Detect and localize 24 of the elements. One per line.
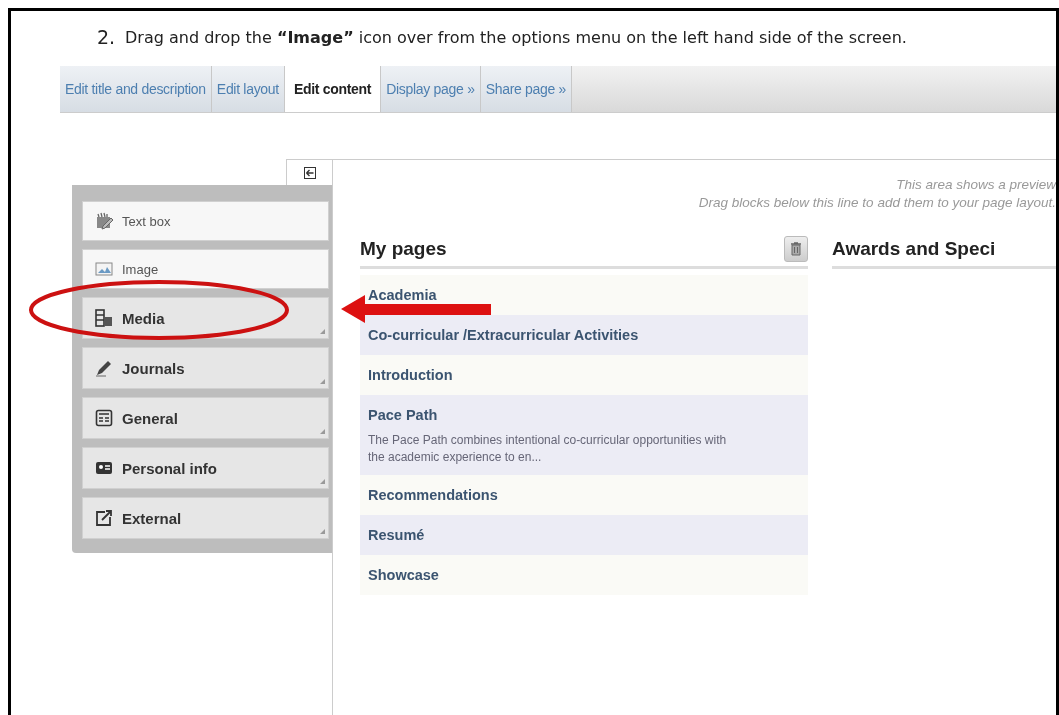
page-list-item[interactable]: Recommendations xyxy=(360,475,808,515)
palette-block[interactable]: Image xyxy=(82,249,329,289)
tab[interactable]: Edit layout xyxy=(211,66,285,112)
page-description: The Pace Path combines intentional co-curricular opportunities with the academic experience to en... xyxy=(368,432,728,466)
step-number: 2. xyxy=(97,25,117,50)
page-list-item[interactable]: Showcase xyxy=(360,555,808,595)
page-list-item[interactable]: Co-curricular /Extracurricular Activities xyxy=(360,315,808,355)
page-list-item[interactable]: Pace Path The Pace Path combines intentional co-curricular opportunities with the academic experience to en... xyxy=(360,395,808,475)
palette-block[interactable]: Personal info xyxy=(82,447,329,489)
palette-block[interactable]: Journals xyxy=(82,347,329,389)
page-list-item[interactable]: Academia xyxy=(360,275,808,315)
tab[interactable]: Display page » xyxy=(381,66,481,112)
hint-text: Drag blocks below this line to add them to your page layout. xyxy=(697,194,1056,212)
palette-block[interactable]: External xyxy=(82,497,329,539)
palette-block[interactable]: Media xyxy=(82,297,329,339)
palette-block[interactable]: Text box xyxy=(82,201,329,241)
page-list-item[interactable]: Introduction xyxy=(360,355,808,395)
tab[interactable]: Edit content xyxy=(284,66,382,112)
hint-text: This area shows a preview xyxy=(895,176,1056,194)
block-title: My pages xyxy=(360,238,447,260)
block-title: Awards and Speci xyxy=(832,238,996,260)
instruction-text: Drag and drop the “Image” icon over from the options menu on the left hand side of the screen. xyxy=(125,27,908,49)
palette-block[interactable]: General xyxy=(82,397,329,439)
page-list-item[interactable]: Resumé xyxy=(360,515,808,555)
